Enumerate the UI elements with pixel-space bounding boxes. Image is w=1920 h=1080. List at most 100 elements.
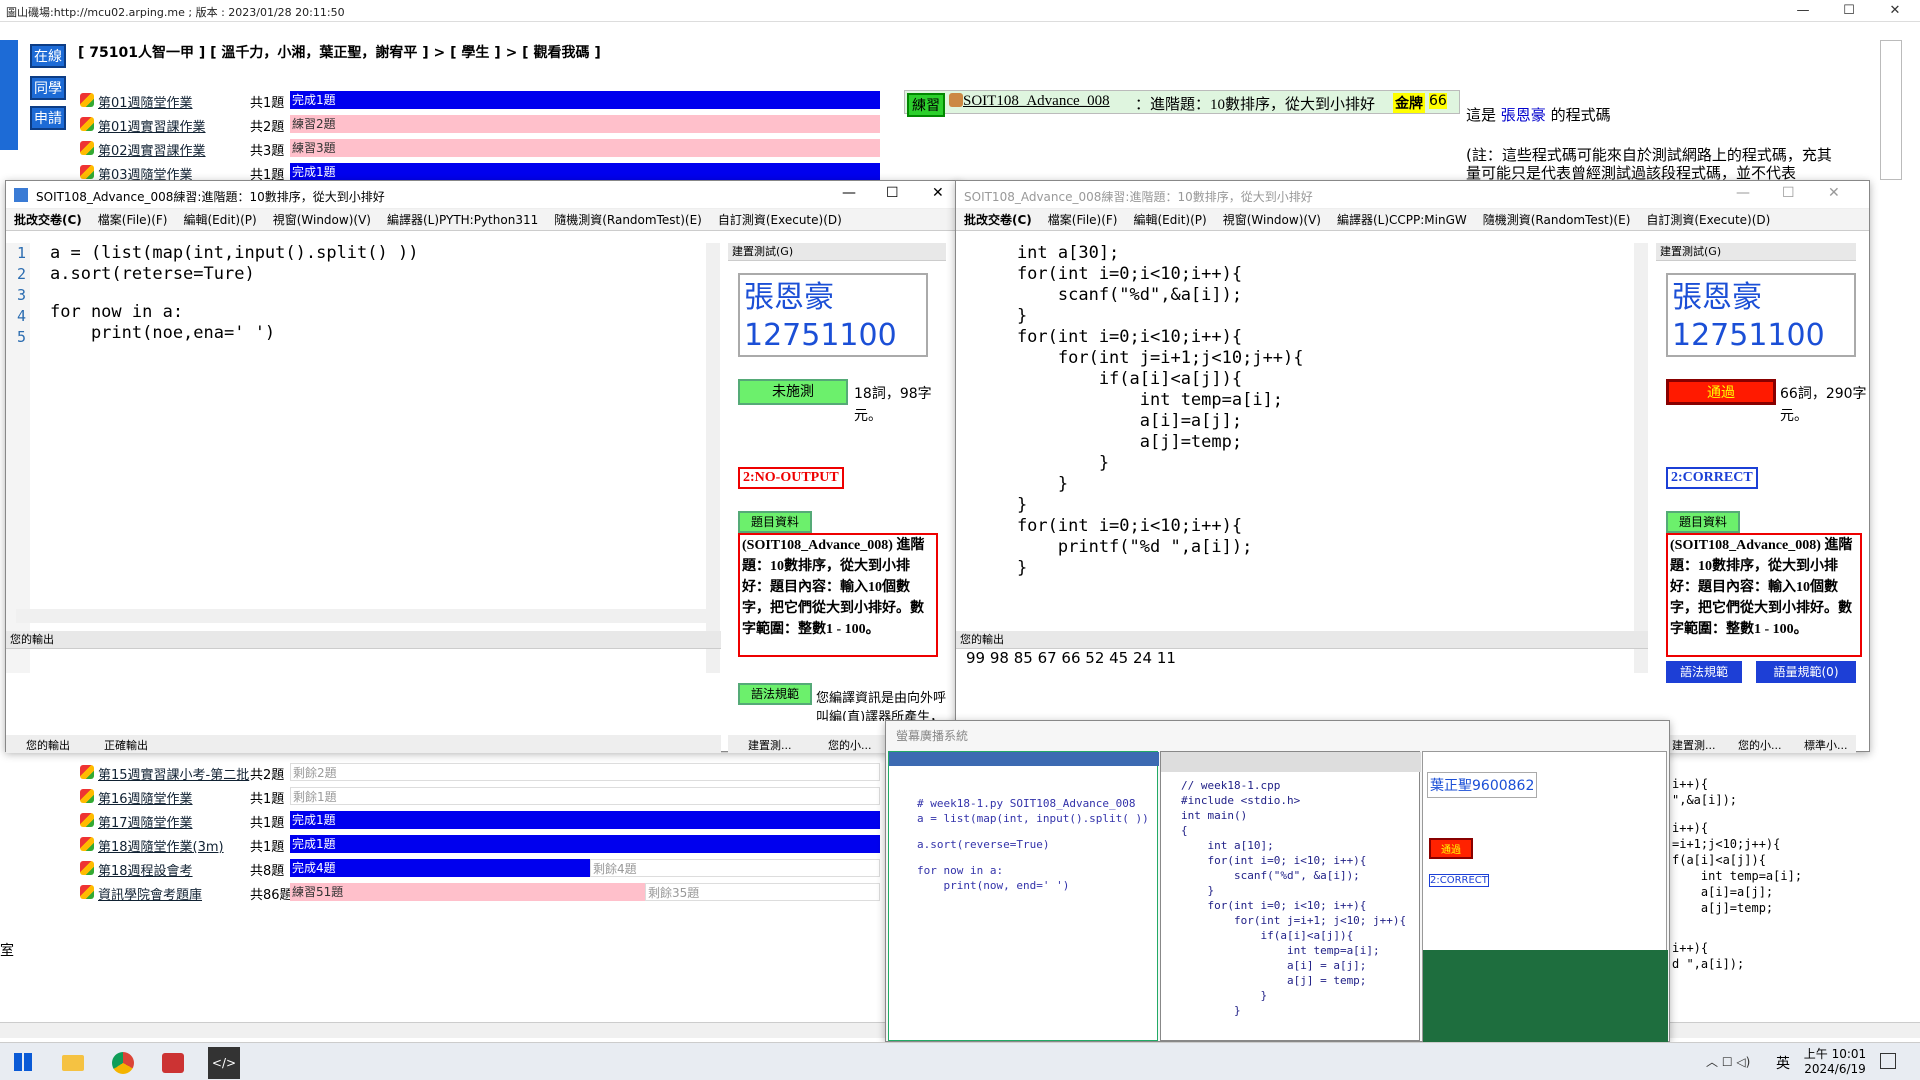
tray-icons[interactable]: ︿ ☐ ◁) bbox=[1706, 1053, 1750, 1070]
tab-small[interactable]: 您的小... bbox=[828, 737, 872, 753]
menu-item[interactable]: 視窗(Window)(V) bbox=[1215, 209, 1329, 231]
assignment-icon bbox=[80, 765, 94, 779]
code-line: if(a[i]<a[j]){ bbox=[1181, 929, 1354, 942]
close-button[interactable]: ✕ bbox=[1872, 0, 1918, 22]
python-code: # week18-1.py SOIT108_Advance_008 a = lis… bbox=[917, 796, 1149, 893]
ime-indicator[interactable]: 英 bbox=[1776, 1053, 1790, 1073]
menu-item[interactable]: 編譯器(L)PYTH:Python311 bbox=[379, 209, 546, 231]
assignment-icon bbox=[80, 165, 94, 179]
clock[interactable]: 上午 10:01 2024/6/19 bbox=[1800, 1045, 1870, 1076]
menu-item[interactable]: 視窗(Window)(V) bbox=[265, 209, 379, 231]
tab-your-output[interactable]: 您的輸出 bbox=[26, 737, 70, 753]
menu-item[interactable]: 編譯器(L)CCPP:MinGW bbox=[1329, 209, 1475, 231]
code-line: int a[30]; bbox=[976, 243, 1120, 263]
menu-item[interactable]: 檔案(File)(F) bbox=[1040, 209, 1126, 231]
assignment-name[interactable]: 資訊學院會考題庫 bbox=[98, 884, 202, 903]
code-editor[interactable]: a = (list(map(int,input().split() )) a.so… bbox=[50, 243, 418, 344]
output-header: 您的輸出 bbox=[6, 631, 721, 649]
student-card: 張恩豪 12751100 bbox=[1666, 273, 1856, 357]
owner-suffix: 的程式碼 bbox=[1550, 106, 1611, 124]
assignment-name[interactable]: 第01週隨堂作業 bbox=[98, 92, 193, 111]
code-line: } bbox=[976, 558, 1028, 578]
file-explorer-icon[interactable] bbox=[62, 1055, 84, 1071]
tab-small[interactable]: 您的小... bbox=[1738, 737, 1782, 753]
menu-item[interactable]: 編輯(Edit)(P) bbox=[176, 209, 265, 231]
chrome-icon[interactable] bbox=[112, 1052, 134, 1074]
tab-correct-output[interactable]: 正確輸出 bbox=[104, 737, 148, 753]
browser-titlebar: 圖山磯場:http://mcu02.arping.me ; 版本 : 2023/… bbox=[0, 0, 1920, 22]
menu-item[interactable]: 批改交卷(C) bbox=[956, 209, 1040, 231]
app-icon[interactable] bbox=[162, 1053, 184, 1073]
owner-name[interactable]: 張恩豪 bbox=[1501, 106, 1546, 124]
code-line: int temp=a[i]; bbox=[1672, 869, 1803, 883]
panel-tabs: 建置測... 您的小... 標準小... bbox=[1656, 735, 1856, 753]
maximize-button[interactable]: ☐ bbox=[1826, 0, 1872, 22]
h-scrollbar[interactable] bbox=[16, 609, 706, 623]
menu-item[interactable]: 編輯(Edit)(P) bbox=[1126, 209, 1215, 231]
code-line: print(noe,ena=' ') bbox=[50, 323, 276, 343]
maximize-button[interactable]: ☐ bbox=[886, 185, 899, 201]
code-editor[interactable]: int a[30]; for(int i=0;i<10;i++){ scanf(… bbox=[976, 243, 1304, 579]
notification-icon[interactable] bbox=[1880, 1053, 1896, 1069]
menu-item[interactable]: 批改交卷(C) bbox=[6, 209, 90, 231]
minimize-button[interactable]: — bbox=[842, 185, 856, 201]
progress-bar: 完成1題 bbox=[290, 91, 880, 109]
code-line: if(a[i]<a[j]){ bbox=[976, 369, 1243, 389]
code-line: for(int i=0;i<10;i++){ bbox=[976, 516, 1243, 536]
online-button[interactable]: 在線 bbox=[30, 44, 66, 68]
assignment-name[interactable]: 第17週隨堂作業 bbox=[98, 812, 193, 831]
close-button[interactable]: ✕ bbox=[932, 185, 944, 201]
tab-build[interactable]: 建置測... bbox=[748, 737, 792, 753]
minimize-button[interactable]: — bbox=[1780, 0, 1826, 22]
editor-scrollbar[interactable] bbox=[706, 243, 720, 673]
code-line: a[i] = a[j]; bbox=[1181, 959, 1367, 972]
broadcast-name: 葉正聖9600862 bbox=[1427, 772, 1538, 798]
taskbar: </> ︿ ☐ ◁) 英 上午 10:01 2024/6/19 bbox=[0, 1042, 1920, 1080]
assignment-name[interactable]: 第01週實習課作業 bbox=[98, 116, 206, 135]
code-line: scanf("%d",&a[i]); bbox=[976, 285, 1243, 305]
python-editor-window: SOIT108_Advance_008練習:進階題：10數排序，從大到小排好 —… bbox=[5, 180, 960, 753]
editor-scrollbar[interactable] bbox=[1634, 243, 1648, 673]
menu-item[interactable]: 隨機測資(RandomTest)(E) bbox=[546, 209, 710, 231]
assignment-name[interactable]: 第15週實習課小考-第二批 bbox=[98, 764, 249, 783]
right-scroll-panel[interactable] bbox=[1880, 40, 1902, 180]
list-item: 第01週實習課作業 共2題 練習2題 bbox=[80, 114, 892, 135]
window-title: SOIT108_Advance_008練習:進階題：10數排序，從大到小排好 bbox=[36, 190, 385, 204]
assignment-name[interactable]: 第16週隨堂作業 bbox=[98, 788, 193, 807]
menu-item[interactable]: 自訂測資(Execute)(D) bbox=[710, 209, 850, 231]
close-button[interactable]: ✕ bbox=[1828, 185, 1840, 201]
assignment-name[interactable]: 第02週實習課作業 bbox=[98, 140, 206, 159]
classmates-button[interactable]: 同學 bbox=[30, 76, 66, 100]
code-stats: 66詞，290字元。 bbox=[1780, 386, 1867, 424]
broadcast-correct: 2:CORRECT bbox=[1429, 874, 1489, 887]
norm-button[interactable]: 語量規範(0) bbox=[1756, 661, 1856, 683]
start-icon[interactable] bbox=[14, 1053, 32, 1071]
menu-item[interactable]: 隨機測資(RandomTest)(E) bbox=[1475, 209, 1639, 231]
tab-standard[interactable]: 標準小... bbox=[1804, 737, 1848, 753]
tab-build[interactable]: 建置測... bbox=[1672, 737, 1716, 753]
problem-header: 練習 SOIT108_Advance_008 ：進階題：10數排序，從大到小排好… bbox=[904, 90, 1460, 117]
syntax-button[interactable]: 語法規範 bbox=[1666, 661, 1742, 683]
problem-desc: (SOIT108_Advance_008) 進階題：10數排序，從大到小排好：題… bbox=[1666, 533, 1862, 657]
menu-item[interactable]: 自訂測資(Execute)(D) bbox=[1638, 209, 1778, 231]
appeal-button[interactable]: 申請 bbox=[30, 106, 66, 130]
problem-info-button[interactable]: 題目資料 bbox=[1666, 511, 1740, 533]
syntax-button[interactable]: 語法規範 bbox=[738, 683, 812, 705]
list-item: 第18週隨堂作業(3m) 共1題 完成1題 bbox=[80, 834, 892, 855]
code-line: d ",a[i]); bbox=[1672, 957, 1745, 971]
code-line: i++){ bbox=[1672, 821, 1709, 835]
menu-item[interactable]: 檔案(File)(F) bbox=[90, 209, 176, 231]
minimize-button[interactable]: — bbox=[1736, 185, 1750, 201]
assignment-name[interactable]: 第18週程設會考 bbox=[98, 860, 193, 879]
note-text: (註：這些程式碼可能來自於測試網路上的程式碼，充其量可能只是代表曾經測試過該段程… bbox=[1466, 146, 1832, 180]
code-line: #include <stdio.h> bbox=[1181, 794, 1301, 807]
maximize-button[interactable]: ☐ bbox=[1782, 185, 1795, 201]
assignment-name[interactable]: 第18週隨堂作業(3m) bbox=[98, 836, 224, 855]
problem-title[interactable]: SOIT108_Advance_008 bbox=[963, 93, 1110, 110]
terminal-icon[interactable]: </> bbox=[208, 1047, 240, 1079]
untested-button[interactable]: 未施測 bbox=[738, 379, 848, 405]
problem-info-button[interactable]: 題目資料 bbox=[738, 511, 812, 533]
